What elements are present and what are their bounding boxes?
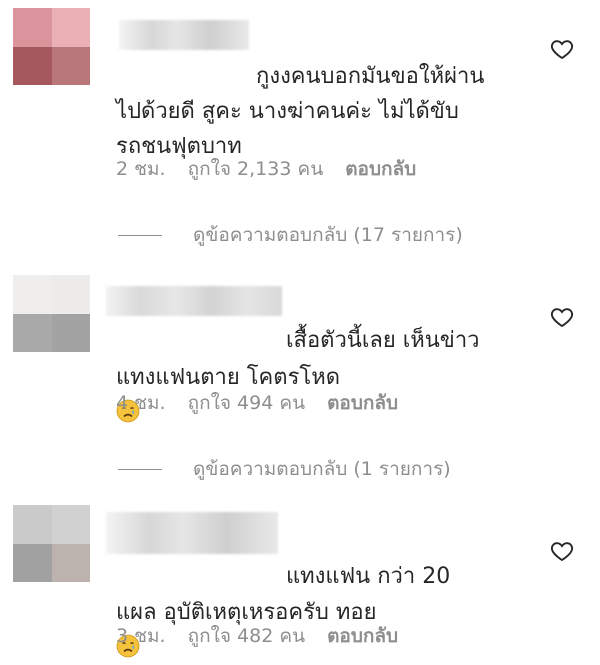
username-redacted[interactable]: [106, 512, 278, 554]
comment-meta: 3 ชม. ถูกใจ 482 คน ตอบกลับ: [116, 621, 398, 651]
avatar-tile: [51, 275, 90, 314]
comment-time: 2 ชม.: [116, 158, 166, 180]
avatar-tile: [13, 543, 52, 582]
comment-meta: 2 ชม. ถูกใจ 2,133 คน ตอบกลับ: [116, 154, 416, 184]
comment-time: 4 ชม.: [116, 392, 166, 414]
view-replies-label: ดูข้อความตอบกลับ (1 รายการ): [193, 458, 451, 480]
like-count[interactable]: ถูกใจ 482 คน: [188, 621, 305, 651]
avatar-tile: [13, 8, 52, 47]
heart-outline-icon[interactable]: [550, 305, 574, 329]
view-replies-button[interactable]: ดูข้อความตอบกลับ (1 รายการ): [118, 454, 451, 484]
avatar-tile: [51, 543, 90, 582]
avatar[interactable]: [13, 8, 90, 85]
avatar-tile: [13, 505, 52, 544]
avatar-tile: [51, 8, 90, 47]
like-count[interactable]: ถูกใจ 494 คน: [188, 388, 305, 418]
view-replies-button[interactable]: ดูข้อความตอบกลับ (17 รายการ): [118, 220, 463, 250]
avatar-tile: [51, 313, 90, 352]
divider-line: [118, 468, 162, 470]
avatar-tile: [51, 46, 90, 85]
avatar-tile: [51, 505, 90, 544]
comment-text-line: แทงแฟนตาย โคตรโหด: [116, 365, 340, 390]
comment-time: 3 ชม.: [116, 625, 166, 647]
divider-line: [118, 234, 162, 236]
avatar-tile: [13, 46, 52, 85]
heart-outline-icon[interactable]: [550, 539, 574, 563]
username-redacted[interactable]: [106, 286, 282, 316]
avatar[interactable]: [13, 505, 90, 582]
username-redacted[interactable]: [119, 20, 249, 50]
view-replies-label: ดูข้อความตอบกลับ (17 รายการ): [193, 224, 463, 246]
reply-button[interactable]: ตอบกลับ: [327, 388, 398, 418]
like-count[interactable]: ถูกใจ 2,133 คน: [188, 154, 324, 184]
avatar[interactable]: [13, 275, 90, 352]
avatar-tile: [13, 275, 52, 314]
comment-meta: 4 ชม. ถูกใจ 494 คน ตอบกลับ: [116, 388, 398, 418]
reply-button[interactable]: ตอบกลับ: [345, 154, 416, 184]
reply-button[interactable]: ตอบกลับ: [327, 621, 398, 651]
heart-outline-icon[interactable]: [550, 37, 574, 61]
avatar-tile: [13, 313, 52, 352]
